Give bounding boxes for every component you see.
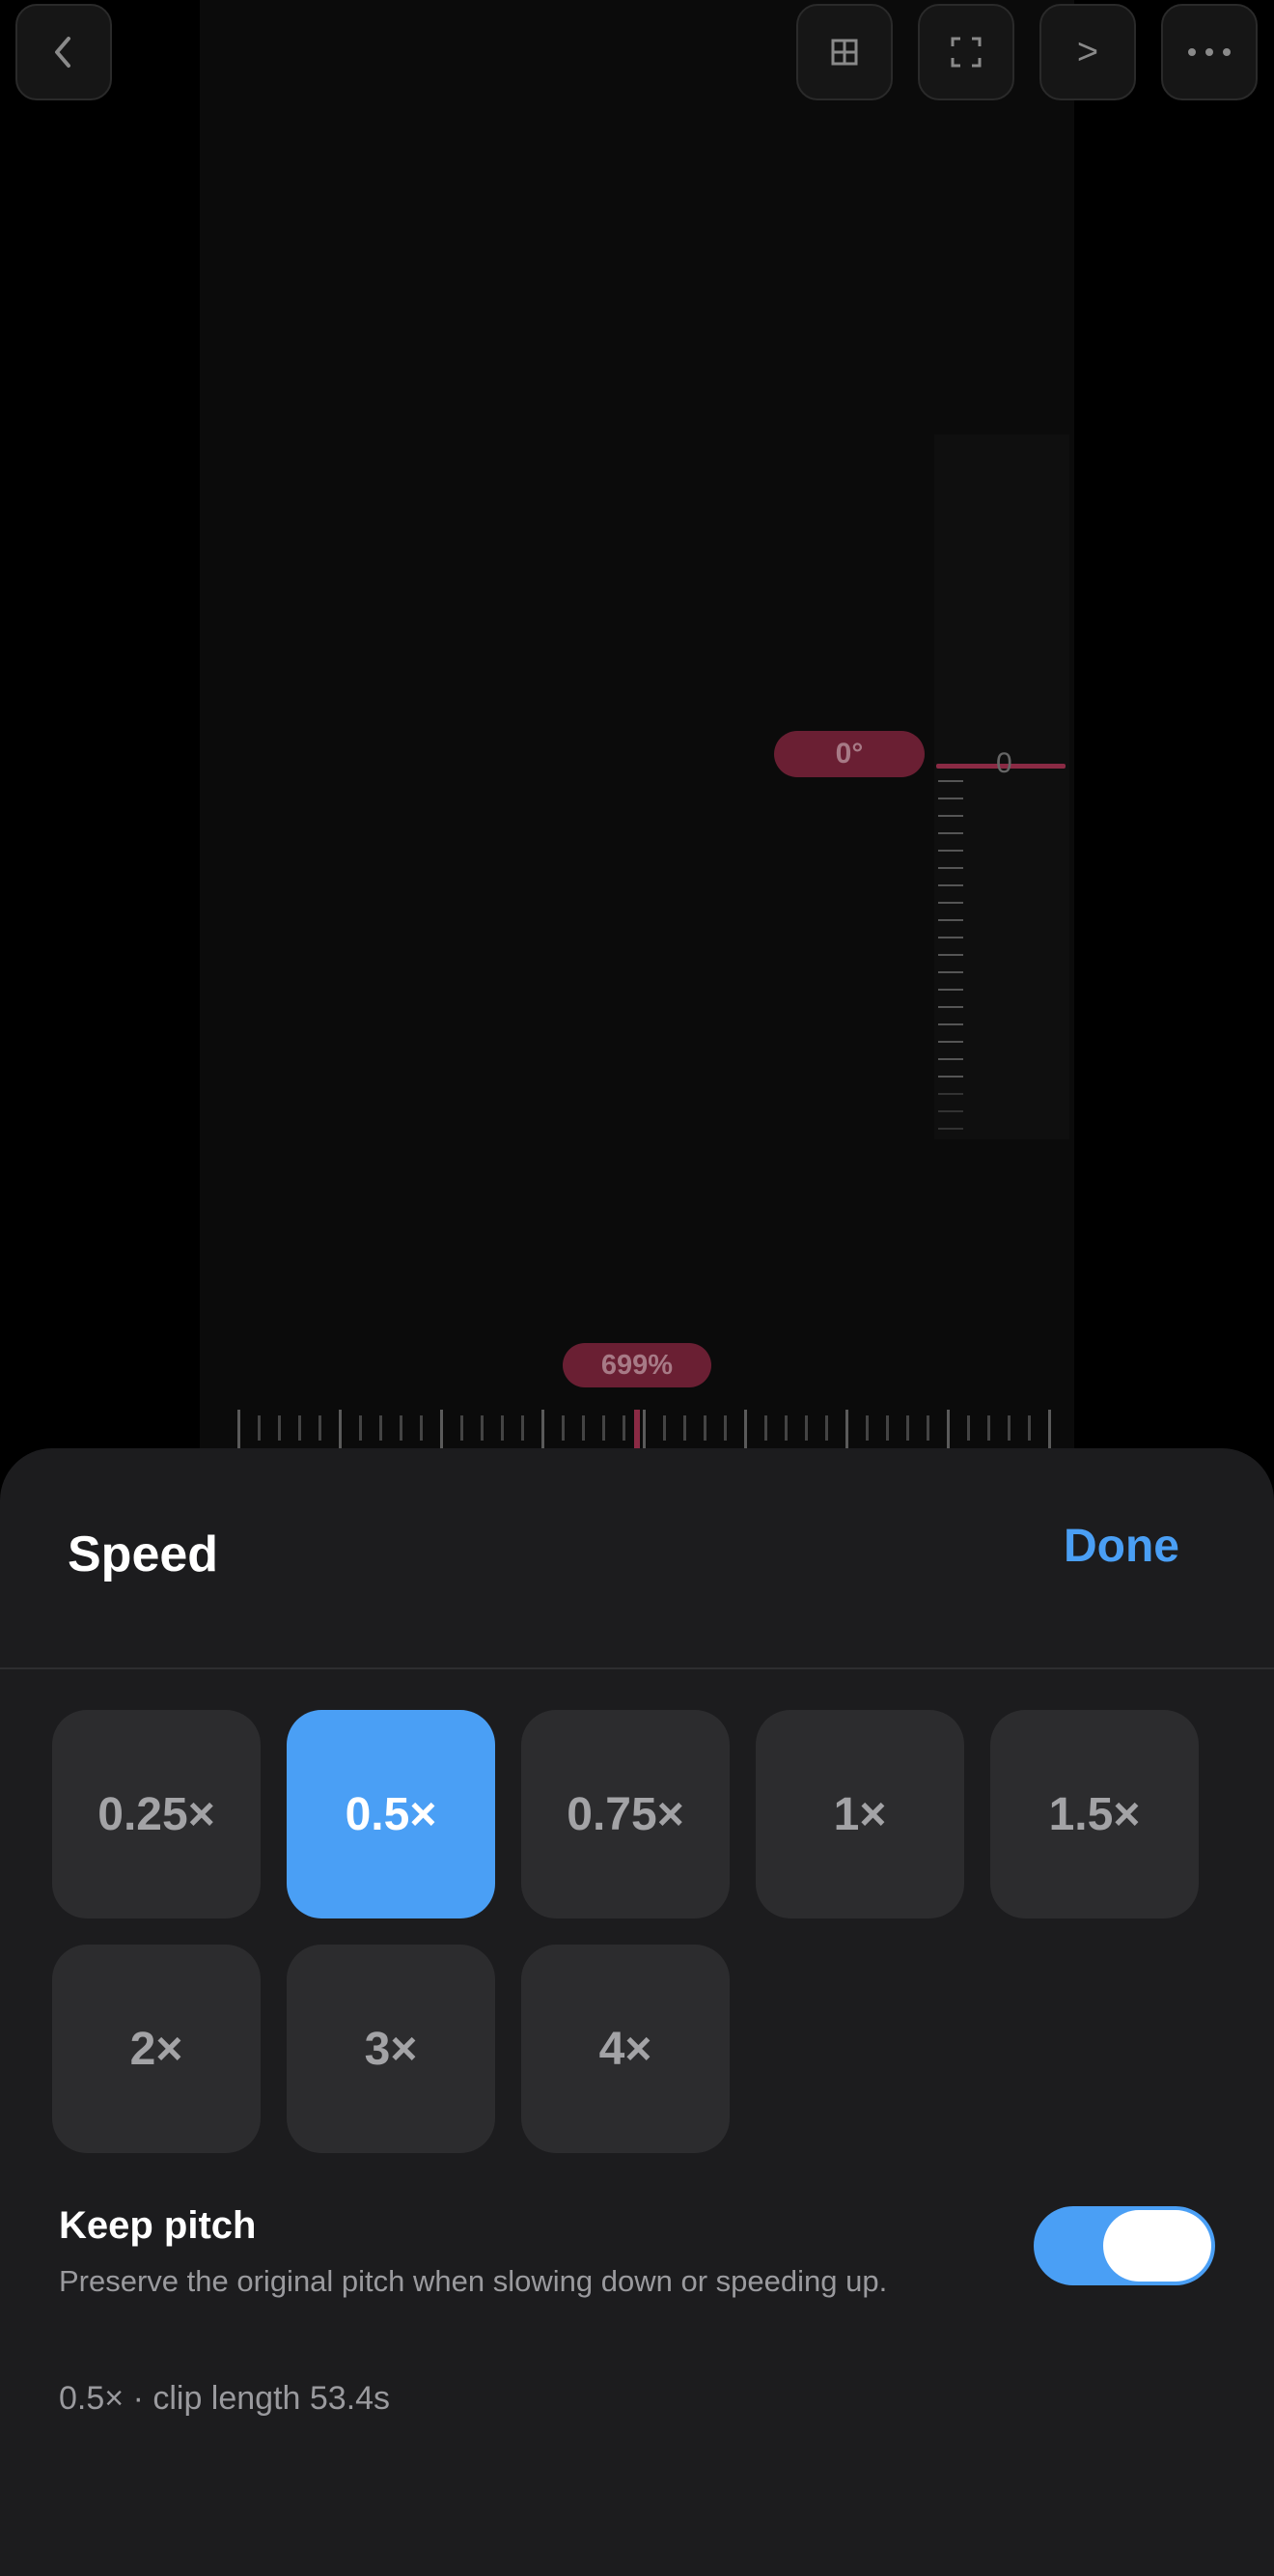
zoom-ruler-tick (886, 1415, 889, 1441)
zoom-ruler-tick (764, 1415, 767, 1441)
grid-icon (830, 38, 859, 67)
zoom-ruler-tick (1028, 1415, 1031, 1441)
back-button[interactable] (15, 4, 112, 100)
zoom-ruler-tick (582, 1415, 585, 1441)
zoom-ruler-tick (501, 1415, 504, 1441)
grid-button[interactable] (796, 4, 893, 100)
zoom-ruler-tick (927, 1415, 929, 1441)
sheet-title: Speed (68, 1526, 219, 1582)
keep-pitch-toggle[interactable] (1034, 2206, 1215, 2285)
zoom-ruler-tick (379, 1415, 382, 1441)
speed-option-1-5x[interactable]: 1.5× (990, 1710, 1199, 1918)
divider (0, 1667, 1274, 1669)
zoom-ruler-tick (420, 1415, 423, 1441)
chevron-left-icon (49, 33, 78, 71)
rotation-ruler-tick (938, 867, 963, 869)
zoom-ruler-tick (298, 1415, 301, 1441)
zoom-ruler-tick (785, 1415, 788, 1441)
zoom-ruler-tick (987, 1415, 990, 1441)
rotation-ruler-tick (938, 1128, 963, 1130)
rotation-ruler-tick (938, 815, 963, 817)
ellipsis-icon (1187, 47, 1232, 57)
rotation-badge: 0° (774, 731, 925, 777)
zoom-ruler-tick (440, 1410, 443, 1448)
rotation-ruler-tick (938, 1023, 963, 1025)
speed-option-3x[interactable]: 3× (287, 1945, 495, 2153)
speed-option-2x[interactable]: 2× (52, 1945, 261, 2153)
zoom-ruler-tick (602, 1415, 605, 1441)
zoom-ruler-tick (359, 1415, 362, 1441)
zoom-ruler-tick (623, 1415, 625, 1441)
speed-sheet: Speed Done 0.25× 0.5× 0.75× 1× 1.5× 2× 3… (0, 1448, 1274, 2576)
zoom-ruler-tick (562, 1415, 565, 1441)
more-button[interactable] (1161, 4, 1258, 100)
rotation-ruler-tick (938, 1058, 963, 1060)
zoom-ruler-tick (663, 1415, 666, 1441)
rotation-ruler-tick (938, 919, 963, 921)
zoom-ruler-tick (460, 1415, 463, 1441)
zoom-ruler-tick (1048, 1410, 1051, 1448)
speed-status: 0.5× · clip length 53.4s (59, 2380, 391, 2417)
rotation-ruler-tick (938, 798, 963, 799)
rotation-ruler-track (934, 434, 1069, 1139)
rotation-ruler-tick (938, 1076, 963, 1078)
zoom-ruler-tick (278, 1415, 281, 1441)
zoom-ruler-tick (643, 1410, 646, 1448)
zoom-ruler-tick (258, 1415, 261, 1441)
rotation-ruler-tick (938, 780, 963, 782)
rotation-ruler-tick (938, 989, 963, 991)
rotation-ruler-tick (938, 1006, 963, 1008)
rotation-ruler-tick (938, 1093, 963, 1095)
zoom-ruler-tick (1008, 1415, 1011, 1441)
keep-pitch-title: Keep pitch (59, 2204, 257, 2247)
zoom-center-marker (634, 1410, 640, 1448)
zoom-ruler-tick (683, 1415, 686, 1441)
zoom-ruler-tick (400, 1415, 402, 1441)
done-button[interactable]: Done (1064, 1520, 1179, 1573)
zoom-ruler-tick (825, 1415, 828, 1441)
rotation-ruler-tick (938, 850, 963, 852)
next-button[interactable]: > (1039, 4, 1136, 100)
speed-option-4x[interactable]: 4× (521, 1945, 730, 2153)
rotation-ruler-tick (938, 1110, 963, 1112)
rotation-ruler-zero-label: 0 (996, 747, 1012, 779)
fullscreen-button[interactable] (918, 4, 1014, 100)
rotation-ruler-tick (938, 1041, 963, 1043)
rotation-ruler-tick (938, 971, 963, 973)
rotation-ruler-tick (938, 954, 963, 956)
speed-option-0-25x[interactable]: 0.25× (52, 1710, 261, 1918)
rotation-ruler-tick (938, 884, 963, 886)
toggle-knob (1103, 2210, 1211, 2282)
zoom-ruler-tick (805, 1415, 808, 1441)
zoom-ruler-tick (339, 1410, 342, 1448)
zoom-ruler-tick (744, 1410, 747, 1448)
speed-option-1x[interactable]: 1× (756, 1710, 964, 1918)
zoom-ruler-tick (906, 1415, 909, 1441)
zoom-ruler-tick (521, 1415, 524, 1441)
zoom-ruler-tick (704, 1415, 706, 1441)
zoom-ruler-tick (866, 1415, 869, 1441)
zoom-ruler-tick (967, 1415, 970, 1441)
keep-pitch-description: Preserve the original pitch when slowing… (59, 2264, 888, 2298)
speed-option-0-75x[interactable]: 0.75× (521, 1710, 730, 1918)
zoom-ruler-tick (541, 1410, 544, 1448)
rotation-ruler-tick (938, 832, 963, 834)
zoom-ruler-tick (845, 1410, 848, 1448)
rotation-ruler-tick (938, 937, 963, 938)
zoom-ruler-tick (947, 1410, 950, 1448)
zoom-badge: 699% (563, 1343, 711, 1387)
next-label: > (1076, 31, 1099, 72)
zoom-ruler-tick (237, 1410, 240, 1448)
fullscreen-icon (950, 36, 983, 69)
zoom-ruler-tick (318, 1415, 321, 1441)
rotation-ruler-tick (938, 902, 963, 904)
speed-option-0-5x[interactable]: 0.5× (287, 1710, 495, 1918)
zoom-ruler-tick (481, 1415, 484, 1441)
zoom-ruler-tick (724, 1415, 727, 1441)
